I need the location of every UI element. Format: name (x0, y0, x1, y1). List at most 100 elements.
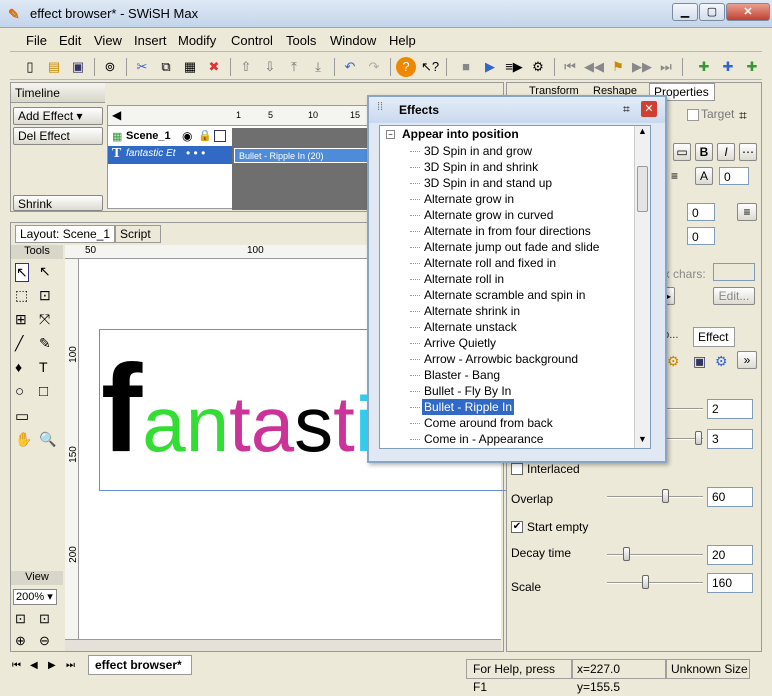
prev-doc-icon[interactable]: ◀ (30, 660, 38, 671)
maximize-button[interactable]: ▢ (699, 3, 725, 21)
menu-window[interactable]: Window (330, 33, 376, 48)
max-chars-field[interactable] (713, 263, 755, 281)
redo-icon[interactable]: ↷ (364, 57, 384, 77)
new-file-icon[interactable]: ▯ (20, 57, 40, 77)
first-frame-icon[interactable]: ⏮ (560, 57, 580, 77)
overlap-thumb[interactable] (661, 489, 669, 503)
transform-tool-icon[interactable]: ⬚ (15, 287, 28, 304)
spin-field-2[interactable]: 0 (687, 203, 715, 221)
effect-save-icon[interactable]: ▣ (693, 353, 706, 370)
effect-item[interactable]: Blaster - Bang (422, 367, 502, 383)
rectangle-tool-icon[interactable]: □ (39, 383, 48, 400)
decay-field[interactable]: 20 (707, 545, 753, 565)
line-tool-icon[interactable]: ╱ (15, 335, 23, 352)
effect-item[interactable]: 3D Spin in and grow (422, 143, 534, 159)
value-field-1[interactable]: 2 (707, 399, 753, 419)
save-icon[interactable]: ▣ (68, 57, 88, 77)
select-tool-icon[interactable]: ↖ (15, 263, 29, 282)
value-field-2[interactable]: 3 (707, 429, 753, 449)
menu-modify[interactable]: Modify (178, 33, 216, 48)
minimize-button[interactable]: ▁ (672, 3, 698, 21)
delete-icon[interactable]: ✖ (204, 57, 224, 77)
effects-scrollbar[interactable]: ▲ ▼ (634, 126, 650, 448)
stop-icon[interactable]: ■ (456, 57, 476, 77)
effect-item[interactable]: Alternate unstack (422, 319, 519, 335)
expand-button[interactable]: » (737, 351, 757, 369)
scroll-down-icon[interactable]: ▼ (638, 434, 647, 444)
preview-icon[interactable]: ⊚ (100, 57, 120, 77)
collapse-icon[interactable]: − (386, 130, 395, 139)
copy-icon[interactable]: ⧉ (156, 57, 176, 77)
interlaced-checkbox[interactable] (511, 463, 523, 475)
first-doc-icon[interactable]: ⏮ (12, 660, 21, 671)
scale-field[interactable]: 160 (707, 573, 753, 593)
undo-icon[interactable]: ↶ (340, 57, 360, 77)
pen-tool-icon[interactable]: ♦ (15, 359, 22, 375)
bring-forward-icon[interactable]: ⇧ (236, 57, 256, 77)
effect-item[interactable]: Alternate grow in (422, 191, 516, 207)
ruler-arrow-left[interactable]: ◀ (112, 108, 121, 122)
align-icon[interactable]: ≡ (671, 169, 678, 183)
slider-2-thumb[interactable] (695, 431, 702, 445)
text-tool-icon[interactable]: T (39, 359, 48, 375)
underline-button[interactable]: ⋯ (739, 143, 757, 161)
effect-item[interactable]: Arrow - Arrowbic background (422, 351, 580, 367)
effect-item[interactable]: Arrive Quietly (422, 335, 498, 351)
scene-row[interactable]: ▦ Scene_1 ◉ 🔒 (108, 128, 232, 146)
insert-movie-icon[interactable]: ✚ (718, 57, 738, 77)
next-frame-icon[interactable]: ▶▶ (632, 57, 652, 77)
effect-bar[interactable]: Bullet - Ripple In (20) (234, 148, 374, 163)
zoom-selection-icon[interactable]: ⊡ (39, 611, 50, 627)
scale-thumb[interactable] (642, 575, 650, 589)
effect-item[interactable]: Alternate roll and fixed in (422, 255, 558, 271)
insert-scene-icon[interactable]: ✚ (694, 57, 714, 77)
overlap-field[interactable]: 60 (707, 487, 753, 507)
doc-tab[interactable]: effect browser* (88, 655, 192, 675)
zoom-out-icon[interactable]: ⊖ (39, 633, 50, 649)
scroll-thumb[interactable] (637, 166, 648, 212)
effect-item[interactable]: Alternate grow in curved (422, 207, 555, 223)
send-back-icon[interactable]: ⤓ (308, 57, 328, 77)
spacing-button[interactable]: ≡ (737, 203, 757, 221)
zoom-tool-icon[interactable]: 🔍 (39, 431, 56, 448)
add-effect-button[interactable]: Add Effect ▾ (13, 107, 103, 125)
bring-front-icon[interactable]: ⤒ (284, 57, 304, 77)
effect-item[interactable]: Alternate roll in (422, 271, 506, 287)
lock-icon[interactable]: 🔒 (198, 129, 212, 142)
effect-item[interactable]: 3D Spin in and shrink (422, 159, 540, 175)
rounded-rect-tool-icon[interactable]: ▭ (15, 407, 29, 425)
menu-insert[interactable]: Insert (134, 33, 167, 48)
context-help-icon[interactable]: ↖? (420, 57, 440, 77)
hand-tool-icon[interactable]: ✋ (15, 431, 32, 448)
target-checkbox[interactable] (687, 109, 699, 121)
start-empty-checkbox[interactable]: ✔ (511, 521, 523, 533)
menu-tools[interactable]: Tools (286, 33, 316, 48)
effect-item[interactable]: Alternate scramble and spin in (422, 287, 587, 303)
menu-control[interactable]: Control (231, 33, 273, 48)
zoom-in-icon[interactable]: ⊕ (15, 633, 26, 649)
effects-titlebar[interactable]: ⁞⁞ Effects ⌗ ✕ (369, 97, 665, 123)
effect-item[interactable]: Alternate jump out fade and slide (422, 239, 601, 255)
scale-slider[interactable] (607, 582, 703, 584)
menu-view[interactable]: View (94, 33, 122, 48)
menu-help[interactable]: Help (389, 33, 416, 48)
cut-icon[interactable]: ✂ (132, 57, 152, 77)
effect-open-icon[interactable]: ⚙ (667, 353, 680, 370)
horizontal-scrollbar[interactable] (65, 639, 501, 651)
zoom-fit-icon[interactable]: ⊡ (15, 611, 26, 627)
insert-sprite-icon[interactable]: ✚ (742, 57, 762, 77)
shrink-button[interactable]: Shrink (13, 195, 103, 211)
overlap-slider[interactable] (607, 496, 703, 498)
spin-field-1[interactable]: 0 (719, 167, 749, 185)
motion-path-icon[interactable]: ⤧ (39, 311, 50, 328)
effect-play-icon[interactable]: ⚙ (715, 353, 728, 370)
paste-icon[interactable]: ▦ (180, 57, 200, 77)
open-file-icon[interactable]: ▤ (44, 57, 64, 77)
close-button[interactable]: ✕ (726, 3, 770, 21)
next-doc-icon[interactable]: ▶ (48, 660, 56, 671)
decay-thumb[interactable] (623, 547, 631, 561)
menu-file[interactable]: File (26, 33, 47, 48)
object-row[interactable]: T fantastic Et • • • (108, 146, 232, 164)
scroll-up-icon[interactable]: ▲ (638, 126, 647, 136)
play-icon[interactable]: ▶ (480, 57, 500, 77)
